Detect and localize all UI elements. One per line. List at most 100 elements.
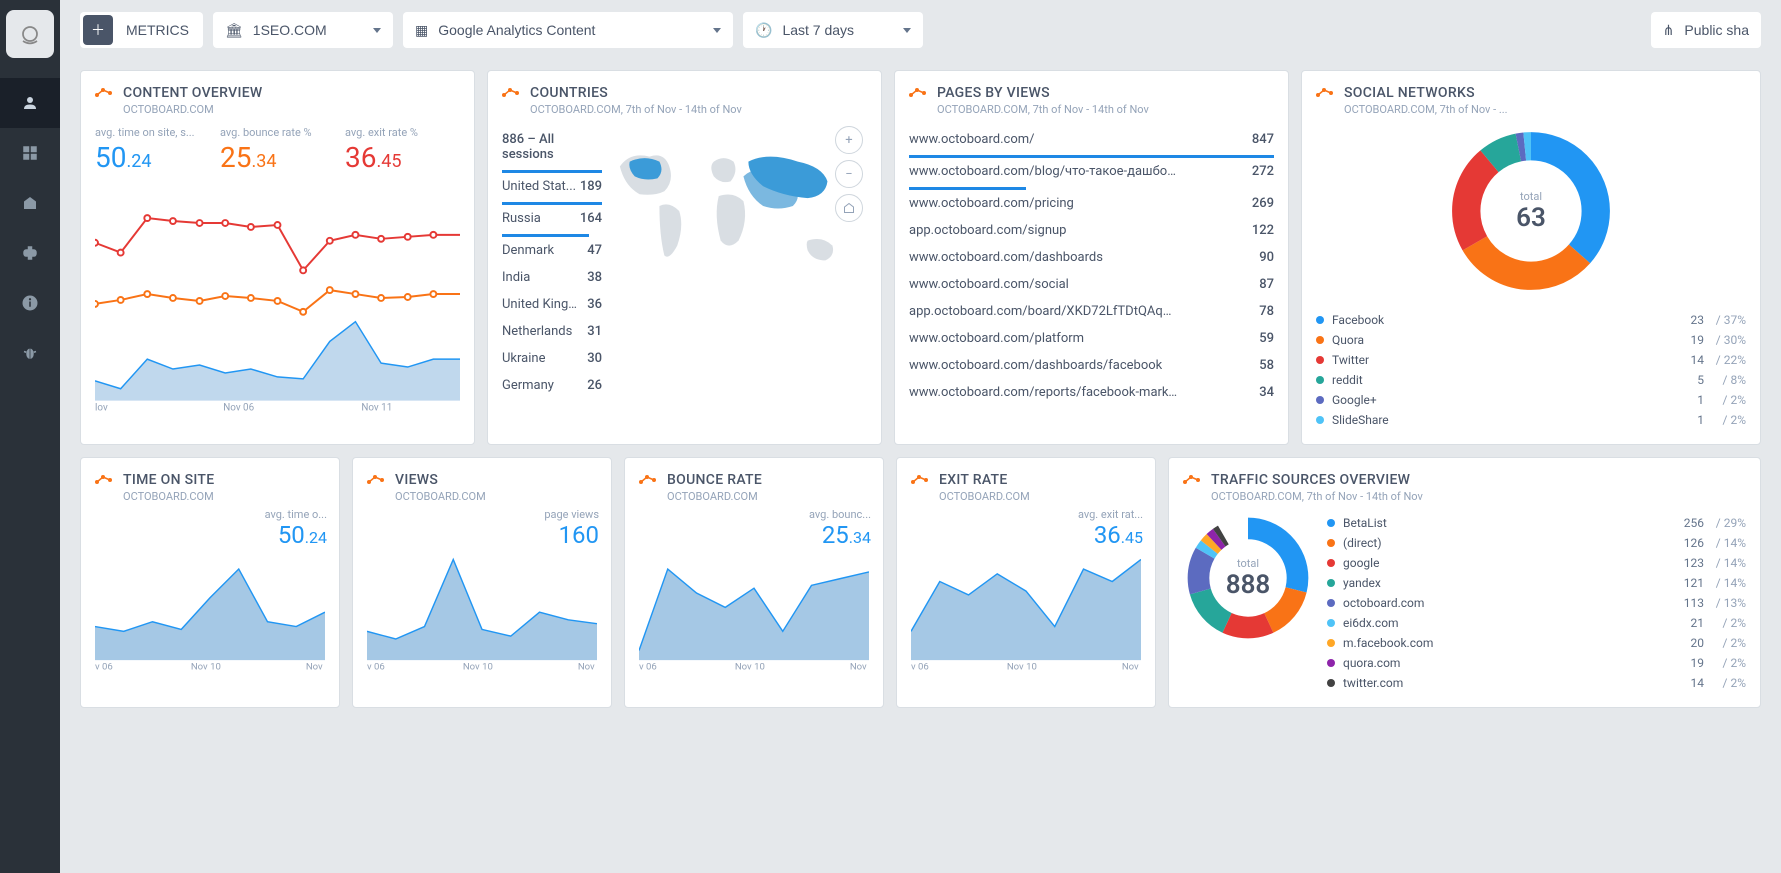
country-row: Ukraine30 (502, 345, 602, 372)
grid-icon: ▦ (415, 22, 428, 39)
legend-row: BetaList256/ 29% (1327, 513, 1746, 533)
sidebar-item-info[interactable] (0, 278, 60, 328)
social-donut: total63 (1446, 126, 1616, 296)
share-icon: ⋔ (1663, 22, 1675, 39)
chevron-down-icon (373, 28, 381, 33)
analytics-icon (1183, 474, 1201, 486)
legend-row: octoboard.com113/ 13% (1327, 593, 1746, 613)
card-subtitle: OCTOBOARD.COM (667, 490, 869, 503)
svg-text:v 06: v 06 (639, 662, 657, 673)
card-title: COUNTRIES (530, 85, 608, 101)
legend-row: SlideShare1/ 2% (1316, 410, 1746, 430)
legend-row: google123/ 14% (1327, 553, 1746, 573)
page-row: www.octoboard.com/dashboards90 (909, 244, 1274, 271)
card-title: VIEWS (395, 472, 438, 488)
card-subtitle: OCTOBOARD.COM (939, 490, 1141, 503)
exit-card: EXIT RATE OCTOBOARD.COM avg. exit rat...… (896, 457, 1156, 708)
country-row: United King...36 (502, 291, 602, 318)
svg-text:Nov 10: Nov 10 (735, 662, 765, 673)
svg-text:lov: lov (95, 402, 108, 412)
topbar: ＋ METRICS 🏛 1SEO.COM ▦ Google Analytics … (60, 0, 1781, 60)
card-subtitle: OCTOBOARD.COM (395, 490, 597, 503)
metrics-button[interactable]: ＋ METRICS (80, 12, 203, 48)
public-share-button[interactable]: ⋔ Public sha (1651, 12, 1761, 48)
content-overview-card: CONTENT OVERVIEW OCTOBOARD.COM avg. time… (80, 70, 475, 445)
metrics-label: METRICS (126, 22, 189, 38)
page-row: www.octoboard.com/pricing269 (909, 190, 1274, 217)
analytics-icon (502, 87, 520, 99)
home-button[interactable] (835, 194, 863, 222)
analytics-icon (95, 474, 113, 486)
legend-row: Twitter14/ 22% (1316, 350, 1746, 370)
app-logo (6, 10, 54, 58)
sidebar-item-profile[interactable] (0, 78, 60, 128)
card-subtitle: OCTOBOARD.COM, 7th of Nov - ... (1344, 103, 1746, 116)
page-row: www.octoboard.com/reports/facebook-marke… (909, 379, 1274, 406)
zoom-out-button[interactable]: − (835, 160, 863, 188)
all-sessions-row: 886 – All sessions (502, 126, 602, 168)
card-subtitle: OCTOBOARD.COM, 7th of Nov - 14th of Nov (937, 103, 1274, 116)
card-subtitle: OCTOBOARD.COM, 7th of Nov - 14th of Nov (1211, 490, 1746, 503)
svg-text:Nov: Nov (306, 662, 323, 673)
analytics-selector[interactable]: ▦ Google Analytics Content (403, 12, 733, 48)
site-selector[interactable]: 🏛 1SEO.COM (213, 12, 393, 48)
legend-row: (direct)126/ 14% (1327, 533, 1746, 553)
card-title: EXIT RATE (939, 472, 1008, 488)
svg-text:Nov 10: Nov 10 (463, 662, 493, 673)
content-overview-chart: lov Nov 06 Nov 11 (95, 182, 460, 412)
legend-row: Google+1/ 2% (1316, 390, 1746, 410)
share-label: Public sha (1684, 22, 1749, 38)
metric-label: avg. time on site, s... (95, 126, 210, 139)
country-row: Denmark47 (502, 237, 602, 264)
svg-text:Nov: Nov (578, 662, 595, 673)
time-on-site-card: TIME ON SITE OCTOBOARD.COM avg. time o..… (80, 457, 340, 708)
legend-row: m.facebook.com20/ 2% (1327, 633, 1746, 653)
page-row: www.octoboard.com/social87 (909, 271, 1274, 298)
country-row: United Stat...189 (502, 173, 602, 200)
page-row: www.octoboard.com/847 (909, 126, 1274, 153)
world-map (610, 126, 867, 296)
card-title: TRAFFIC SOURCES OVERVIEW (1211, 472, 1410, 488)
page-row: www.octoboard.com/dashboards/facebook58 (909, 352, 1274, 379)
social-card: SOCIAL NETWORKS OCTOBOARD.COM, 7th of No… (1301, 70, 1761, 445)
card-subtitle: OCTOBOARD.COM, 7th of Nov - 14th of Nov (530, 103, 867, 116)
sidebar-item-debug[interactable] (0, 328, 60, 378)
analytics-icon (95, 87, 113, 99)
date-selector[interactable]: 🕐 Last 7 days (743, 12, 923, 48)
page-row: www.octoboard.com/platform59 (909, 325, 1274, 352)
legend-row: yandex121/ 14% (1327, 573, 1746, 593)
country-row: Netherlands31 (502, 318, 602, 345)
sidebar-item-dashboard[interactable] (0, 128, 60, 178)
metric-label: avg. bounce rate % (220, 126, 335, 139)
card-title: BOUNCE RATE (667, 472, 762, 488)
page-row: www.octoboard.com/blog/что-такое-дашборд… (909, 158, 1274, 185)
countries-card: COUNTRIES OCTOBOARD.COM, 7th of Nov - 14… (487, 70, 882, 445)
card-title: CONTENT OVERVIEW (123, 85, 263, 101)
analytics-icon (367, 474, 385, 486)
sidebar-item-clients[interactable] (0, 178, 60, 228)
legend-row: ei6dx.com21/ 2% (1327, 613, 1746, 633)
svg-text:v 06: v 06 (367, 662, 385, 673)
card-title: SOCIAL NETWORKS (1344, 85, 1475, 101)
legend-row: Quora19/ 30% (1316, 330, 1746, 350)
svg-text:Nov 10: Nov 10 (1007, 662, 1037, 673)
legend-row: twitter.com14/ 2% (1327, 673, 1746, 693)
analytics-icon (909, 87, 927, 99)
page-row: app.octoboard.com/signup122 (909, 217, 1274, 244)
analytics-icon (911, 474, 929, 486)
traffic-donut: total888 (1183, 513, 1313, 643)
bounce-card: BOUNCE RATE OCTOBOARD.COM avg. bounc...2… (624, 457, 884, 708)
svg-text:v 06: v 06 (95, 662, 113, 673)
country-row: Russia164 (502, 205, 602, 232)
zoom-in-button[interactable]: + (835, 126, 863, 154)
sidebar-item-integrations[interactable] (0, 228, 60, 278)
chevron-down-icon (903, 28, 911, 33)
traffic-legend: BetaList256/ 29%(direct)126/ 14%google12… (1327, 513, 1746, 693)
svg-text:Nov 11: Nov 11 (361, 402, 392, 412)
legend-row: reddit5/ 8% (1316, 370, 1746, 390)
social-legend: Facebook23/ 37%Quora19/ 30%Twitter14/ 22… (1316, 310, 1746, 430)
legend-row: Facebook23/ 37% (1316, 310, 1746, 330)
pages-card: PAGES BY VIEWS OCTOBOARD.COM, 7th of Nov… (894, 70, 1289, 445)
date-label: Last 7 days (782, 22, 893, 38)
svg-text:Nov 10: Nov 10 (191, 662, 221, 673)
